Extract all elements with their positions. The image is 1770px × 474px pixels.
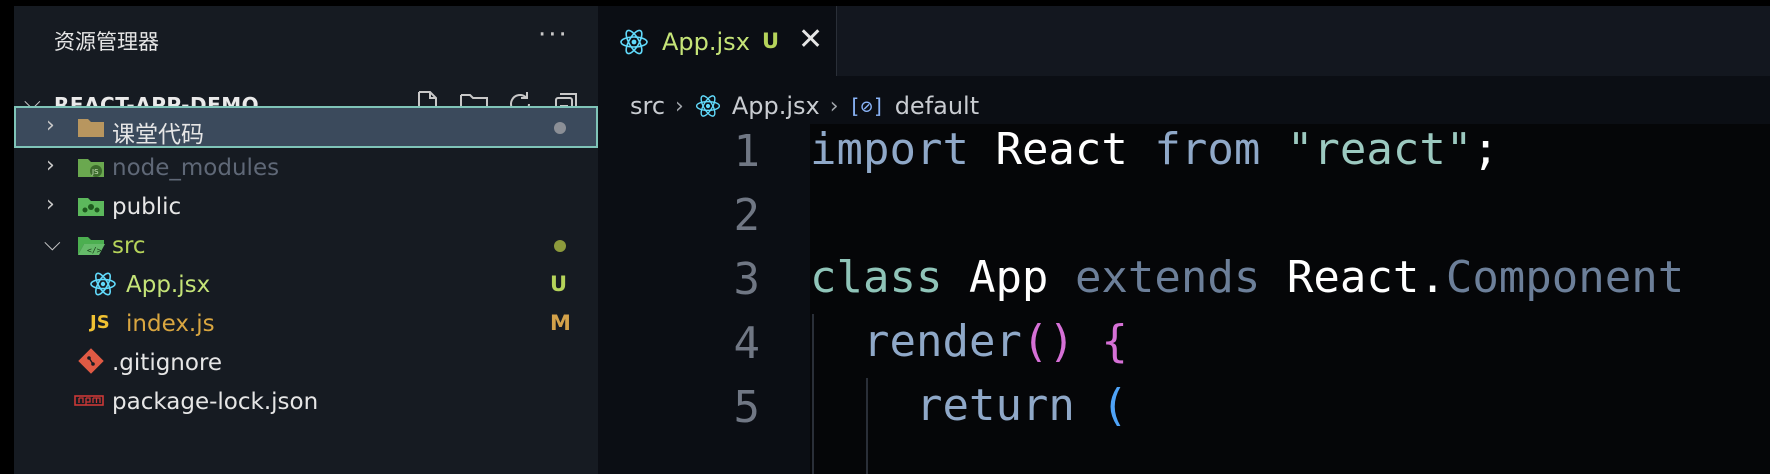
tab-status-badge: U [762, 29, 780, 53]
chevron-right-icon: › [46, 153, 55, 178]
tree-item-folder-node-modules[interactable]: › JS node_modules [14, 146, 598, 188]
line-number: 5 [733, 382, 761, 433]
identifier: React. [1286, 252, 1446, 303]
line-number: 4 [733, 318, 761, 369]
line-number: 3 [733, 254, 761, 305]
identifier: App [968, 252, 1049, 303]
breadcrumb-symbol[interactable]: default [895, 92, 979, 120]
svg-text:JS: JS [91, 168, 99, 176]
chevron-right-icon: › [829, 93, 839, 119]
status-badge: U [550, 272, 568, 296]
punctuation: ( [1101, 380, 1128, 431]
explorer-title: 资源管理器 [54, 30, 159, 54]
git-icon [78, 348, 104, 374]
punctuation: () [1021, 316, 1075, 367]
tree-item-folder-public[interactable]: › public [14, 185, 598, 227]
chevron-right-icon: › [46, 192, 55, 217]
tree-item-file-app-jsx[interactable]: App.jsx U [14, 263, 598, 305]
more-actions-icon[interactable]: ··· [538, 20, 569, 50]
line-number-gutter: 1 2 3 4 5 [598, 124, 810, 474]
npm-icon [74, 395, 104, 406]
tree-item-label: public [112, 194, 182, 220]
tree-item-label: index.js [126, 311, 215, 337]
breadcrumb-file[interactable]: App.jsx [732, 92, 820, 120]
type-name: Component [1445, 252, 1685, 303]
tree-item-label: node_modules [112, 155, 280, 181]
close-icon[interactable]: ✕ [798, 22, 823, 57]
keyword: return [915, 380, 1075, 431]
line-number: 2 [733, 190, 761, 241]
react-icon [695, 95, 720, 117]
svg-text:</>: </> [87, 246, 102, 255]
code-line-1: import React from "react"; [810, 124, 1499, 175]
tree-item-folder-src[interactable]: ⌵ </> src [14, 224, 598, 266]
public-folder-icon [78, 198, 104, 216]
folder-icon [78, 119, 104, 137]
string: "react" [1286, 124, 1473, 175]
breadcrumb-folder[interactable]: src [630, 92, 665, 120]
react-icon [90, 272, 116, 296]
punctuation: { [1101, 316, 1128, 367]
punctuation: ; [1472, 124, 1499, 175]
symbol-icon: [⊘] [848, 94, 885, 118]
code-line-5: return ( [810, 380, 1128, 431]
status-dot [554, 240, 566, 252]
code-line-4: render() { [810, 316, 1128, 367]
window-left-edge [0, 0, 14, 474]
tree-item-file-package-lock[interactable]: package-lock.json [14, 380, 598, 422]
tree-item-label: 课堂代码 [112, 122, 204, 148]
src-folder-open-icon: </> [78, 237, 105, 255]
keyword: class [810, 252, 943, 303]
tree-item-label: src [112, 233, 146, 259]
identifier: React [995, 124, 1128, 175]
nodejs-folder-icon: JS [78, 159, 104, 177]
keyword: extends [1074, 252, 1261, 303]
chevron-right-icon: › [675, 93, 684, 119]
code-editor[interactable]: import React from "react"; class App ext… [810, 124, 1770, 474]
tab-bar: App.jsx U ✕ [598, 6, 1770, 76]
keyword: import [810, 124, 969, 175]
tree-item-label: App.jsx [126, 272, 211, 298]
chevron-down-icon: ⌵ [44, 231, 61, 256]
tree-item-label: .gitignore [112, 350, 223, 376]
explorer-sidebar: 资源管理器 ··· ⌵ REACT-APP-DEMO › 课堂代码 › JS n… [14, 6, 598, 474]
tree-item-file-index-js[interactable]: JS index.js M [14, 302, 598, 344]
tree-item-label: package-lock.json [112, 389, 319, 415]
javascript-icon: JS [90, 312, 110, 333]
react-icon [620, 29, 648, 55]
tab-label: App.jsx [662, 28, 750, 56]
breadcrumb: src › App.jsx › [⊘] default [630, 86, 979, 126]
line-number: 1 [733, 126, 761, 177]
code-line-3: class App extends React.Component [810, 252, 1684, 303]
editor-area: App.jsx U ✕ src › App.jsx › [⊘] default … [598, 6, 1770, 474]
method-name: render [862, 316, 1022, 367]
chevron-right-icon: › [46, 113, 55, 138]
tab-app-jsx[interactable]: App.jsx U ✕ [598, 6, 837, 76]
tree-item-file-gitignore[interactable]: .gitignore [14, 341, 598, 383]
keyword: from [1154, 124, 1261, 175]
status-dot [554, 122, 566, 134]
status-badge: M [550, 311, 571, 335]
tree-item-folder-classcode[interactable]: › 课堂代码 [14, 106, 598, 148]
